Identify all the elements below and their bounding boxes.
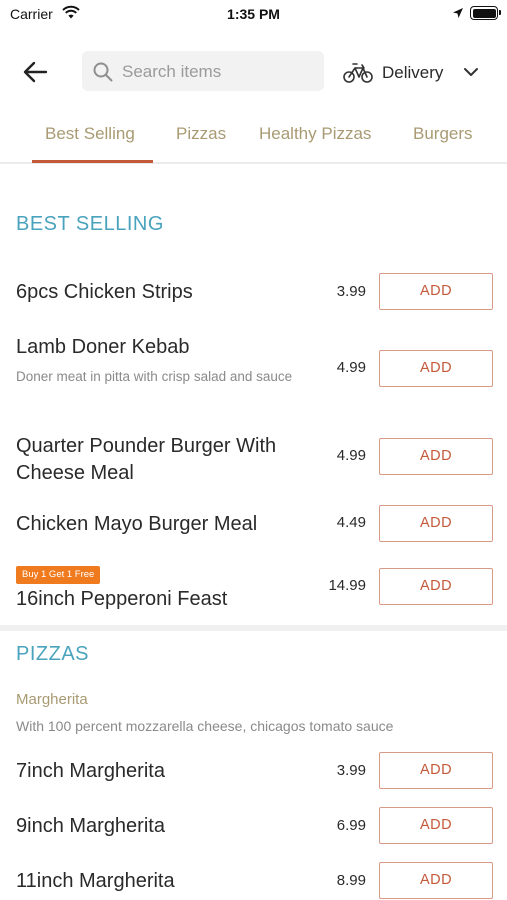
search-input[interactable]: Search items bbox=[82, 51, 324, 91]
group-title: Margherita bbox=[16, 691, 88, 708]
battery-icon bbox=[470, 6, 501, 20]
tab-best-selling[interactable]: Best Selling bbox=[45, 124, 135, 144]
active-tab-indicator bbox=[32, 160, 153, 163]
add-button[interactable]: ADD bbox=[379, 862, 493, 899]
item-price: 6.99 bbox=[336, 817, 366, 834]
section-divider bbox=[0, 625, 507, 631]
tab-pizzas[interactable]: Pizzas bbox=[176, 124, 226, 144]
category-tabs: Best Selling Pizzas Healthy Pizzas Burge… bbox=[0, 110, 507, 164]
tab-burgers[interactable]: Burgers bbox=[413, 124, 473, 144]
add-button[interactable]: ADD bbox=[379, 273, 493, 310]
group-description: With 100 percent mozzarella cheese, chic… bbox=[16, 718, 394, 734]
item-name: 9inch Margherita bbox=[16, 815, 165, 837]
section-title-pizzas: PIZZAS bbox=[16, 643, 90, 665]
back-button[interactable] bbox=[20, 56, 52, 88]
item-name: Lamb Doner Kebab bbox=[16, 336, 190, 358]
search-placeholder: Search items bbox=[122, 62, 222, 81]
status-bar: Carrier 1:35 PM bbox=[0, 0, 507, 30]
item-name: 11inch Margherita bbox=[16, 870, 175, 892]
add-button[interactable]: ADD bbox=[379, 752, 493, 789]
item-name: Chicken Mayo Burger Meal bbox=[16, 513, 258, 535]
item-name: 16inch Pepperoni Feast bbox=[16, 588, 228, 610]
item-price: 4.49 bbox=[336, 514, 366, 531]
delivery-label: Delivery bbox=[382, 63, 444, 82]
item-name: Quarter Pounder Burger With Cheese Meal bbox=[16, 435, 277, 484]
bicycle-icon bbox=[342, 60, 374, 89]
add-button[interactable]: ADD bbox=[379, 505, 493, 542]
item-price: 3.99 bbox=[336, 762, 366, 779]
chevron-down-icon bbox=[463, 65, 479, 83]
clock: 1:35 PM bbox=[227, 6, 280, 22]
add-button[interactable]: ADD bbox=[379, 807, 493, 844]
delivery-mode-dropdown[interactable]: Delivery bbox=[340, 56, 490, 88]
item-price: 4.99 bbox=[336, 447, 366, 464]
add-button[interactable]: ADD bbox=[379, 350, 493, 387]
item-price: 8.99 bbox=[336, 872, 366, 889]
item-price: 14.99 bbox=[328, 577, 366, 594]
search-icon bbox=[92, 61, 114, 88]
promo-badge: Buy 1 Get 1 Free bbox=[16, 566, 101, 584]
location-arrow-icon bbox=[452, 6, 464, 24]
add-button[interactable]: ADD bbox=[379, 438, 493, 475]
item-name: 7inch Margherita bbox=[16, 760, 165, 782]
item-description: Doner meat in pitta with crisp salad and… bbox=[16, 369, 293, 384]
item-name: 6pcs Chicken Strips bbox=[16, 281, 193, 303]
item-price: 3.99 bbox=[336, 283, 366, 300]
tab-healthy-pizzas[interactable]: Healthy Pizzas bbox=[259, 124, 371, 144]
arrow-left-icon bbox=[23, 61, 48, 83]
add-button[interactable]: ADD bbox=[379, 568, 493, 605]
item-price: 4.99 bbox=[336, 359, 366, 376]
section-title-best-selling: BEST SELLING bbox=[16, 213, 164, 235]
